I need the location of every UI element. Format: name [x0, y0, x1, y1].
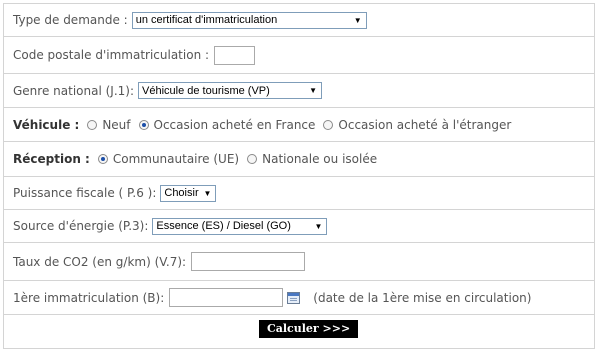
row-type-demande: Type de demande : un certificat d'immatr…	[4, 4, 594, 37]
premiere-immat-input[interactable]	[169, 288, 284, 307]
row-reception: Réception : Communautaire (UE) Nationale…	[4, 142, 594, 177]
reception-option-communautaire[interactable]: Communautaire (UE)	[113, 152, 239, 166]
calculer-button[interactable]: Calculer >>>	[259, 320, 359, 338]
puissance-fiscale-label: Puissance fiscale ( P.6 ):	[13, 186, 157, 200]
type-demande-value: un certificat d'immatriculation	[135, 14, 278, 26]
genre-national-label: Genre national (J.1):	[13, 83, 134, 98]
genre-national-value: Véhicule de tourisme (VP)	[142, 84, 270, 97]
chevron-down-icon: ▼	[309, 86, 317, 95]
taux-co2-input[interactable]	[191, 252, 306, 271]
reception-label: Réception :	[13, 152, 90, 166]
reception-radio-communautaire[interactable]	[97, 154, 108, 164]
premiere-immat-label: 1ère immatriculation (B):	[13, 290, 165, 305]
vehicule-radio-occasion-france[interactable]	[138, 119, 149, 130]
chevron-down-icon: ▼	[314, 221, 323, 231]
vehicule-radio-neuf[interactable]	[87, 119, 98, 130]
vehicule-option-occasion-etranger[interactable]: Occasion acheté à l'étranger	[338, 118, 511, 132]
reception-option-nationale[interactable]: Nationale ou isolée	[262, 152, 377, 166]
code-postal-label: Code postale d'immatriculation :	[13, 48, 210, 62]
taux-co2-label: Taux de CO2 (en g/km) (V.7):	[13, 254, 187, 269]
chevron-down-icon: ▼	[353, 15, 362, 25]
type-demande-select[interactable]: un certificat d'immatriculation ▼	[131, 11, 367, 29]
row-puissance-fiscale: Puissance fiscale ( P.6 ): Choisir ▼	[4, 177, 594, 210]
premiere-immat-hint: (date de la 1ère mise en circulation)	[313, 290, 532, 305]
row-taux-co2: Taux de CO2 (en g/km) (V.7):	[4, 243, 594, 281]
genre-national-select[interactable]: Véhicule de tourisme (VP) ▼	[138, 82, 322, 99]
row-premiere-immat: 1ère immatriculation (B): (date de la 1è…	[4, 281, 594, 315]
vehicule-option-neuf[interactable]: Neuf	[102, 118, 130, 132]
row-submit: Calculer >>>	[4, 315, 594, 348]
row-code-postal: Code postale d'immatriculation :	[4, 37, 594, 74]
row-source-energie: Source d'énergie (P.3): Essence (ES) / D…	[4, 210, 594, 243]
source-energie-select[interactable]: Essence (ES) / Diesel (GO) ▼	[152, 217, 328, 235]
calculator-form: Type de demande : un certificat d'immatr…	[3, 3, 595, 349]
source-energie-label: Source d'énergie (P.3):	[13, 219, 149, 233]
chevron-down-icon: ▼	[203, 188, 212, 198]
type-demande-label: Type de demande :	[13, 13, 128, 27]
vehicule-option-occasion-france[interactable]: Occasion acheté en France	[154, 118, 316, 132]
code-postal-input[interactable]	[214, 45, 256, 65]
vehicule-radio-occasion-etranger[interactable]	[323, 119, 334, 130]
row-genre-national: Genre national (J.1): Véhicule de touris…	[4, 74, 594, 108]
source-energie-value: Essence (ES) / Diesel (GO)	[156, 220, 291, 232]
puissance-fiscale-select[interactable]: Choisir ▼	[160, 184, 217, 202]
row-vehicule: Véhicule : Neuf Occasion acheté en Franc…	[4, 108, 594, 142]
puissance-fiscale-value: Choisir	[164, 187, 199, 199]
reception-radio-nationale[interactable]	[247, 154, 258, 164]
calendar-icon[interactable]	[287, 291, 301, 304]
vehicule-label: Véhicule :	[13, 117, 80, 132]
